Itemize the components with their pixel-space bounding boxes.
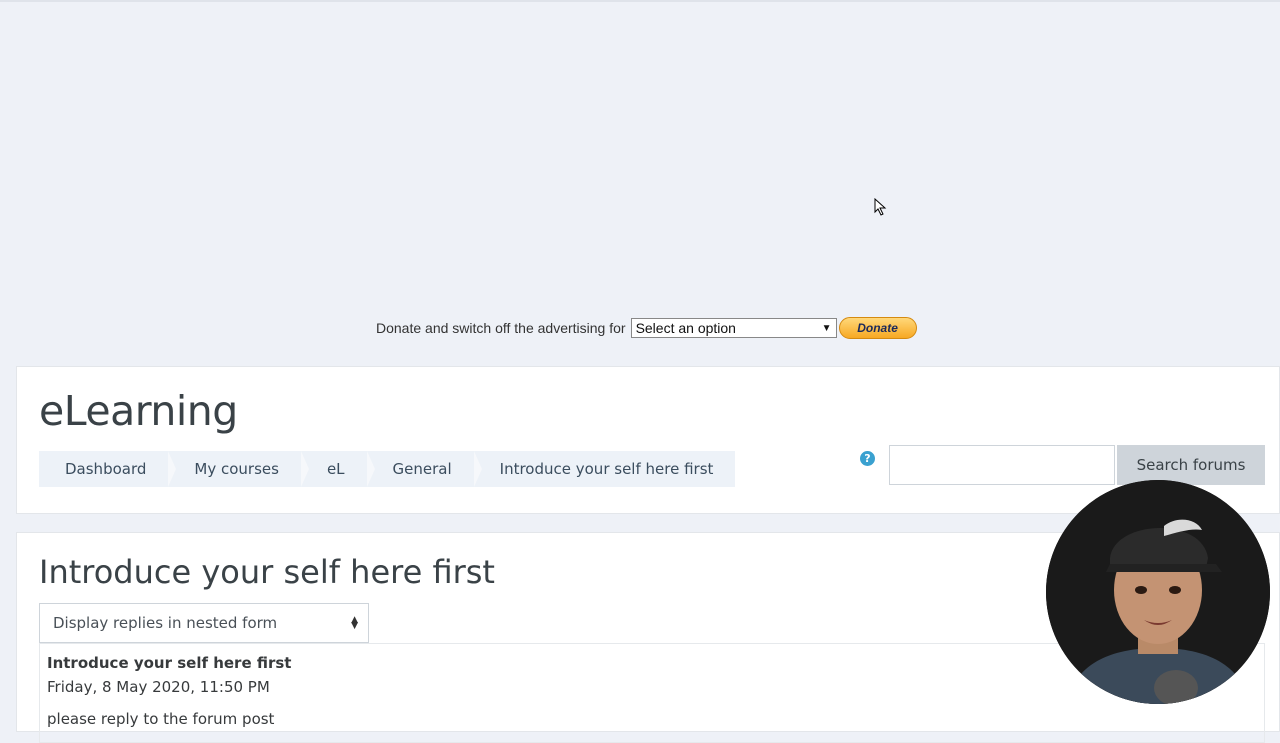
donate-select-value: Select an option (635, 320, 736, 336)
webcam-overlay (1046, 480, 1270, 704)
display-mode-value: Display replies in nested form (53, 614, 278, 632)
breadcrumb-forum[interactable]: Introduce your self here first (474, 451, 736, 487)
presenter-avatar-icon (1046, 480, 1270, 704)
display-mode-select[interactable]: Display replies in nested form ▲ ▼ (39, 603, 369, 643)
breadcrumb-course[interactable]: eL (301, 451, 375, 487)
search-forums-button[interactable]: Search forums (1117, 445, 1265, 485)
top-divider (0, 0, 1280, 2)
breadcrumb-section[interactable]: General (367, 451, 482, 487)
breadcrumb-my-courses[interactable]: My courses (168, 451, 309, 487)
mouse-cursor-icon (874, 198, 887, 216)
site-title[interactable]: eLearning (39, 387, 238, 435)
breadcrumb-dashboard[interactable]: Dashboard (39, 451, 177, 487)
dropdown-arrow-icon: ▼ (821, 322, 832, 334)
breadcrumb: Dashboard My courses eL General Introduc… (39, 451, 736, 487)
post-body: please reply to the forum post (47, 710, 275, 728)
page-title: Introduce your self here first (39, 553, 495, 591)
post-subject: Introduce your self here first (47, 654, 292, 672)
page-header: eLearning Dashboard My courses eL Genera… (16, 366, 1280, 514)
donate-option-select[interactable]: Select an option ▼ (630, 318, 837, 338)
donate-text: Donate and switch off the advertising fo… (376, 320, 626, 336)
help-icon[interactable]: ? (860, 451, 875, 466)
donate-button[interactable]: Donate (838, 317, 917, 339)
donate-bar: Donate and switch off the advertising fo… (376, 316, 917, 340)
search-forums-input[interactable] (889, 445, 1115, 485)
select-updown-icon: ▲ ▼ (351, 615, 358, 631)
post-date: Friday, 8 May 2020, 11:50 PM (47, 678, 270, 696)
